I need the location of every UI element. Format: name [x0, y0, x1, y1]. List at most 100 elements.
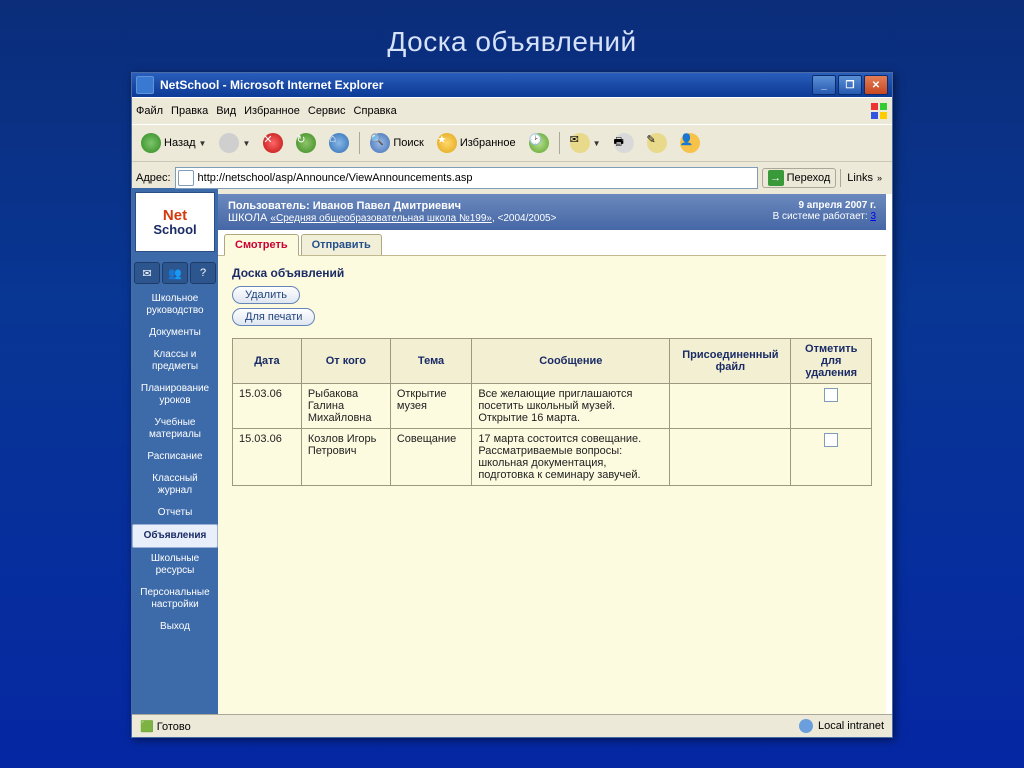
sidebar: Net School ✉ 👥 ? Школьное руководство До…	[132, 188, 218, 714]
menu-edit[interactable]: Правка	[171, 105, 208, 117]
sidebar-item-journal[interactable]: Классный журнал	[133, 468, 217, 502]
mail-icon: ✉	[570, 133, 590, 153]
back-label: Назад	[164, 137, 196, 149]
chevron-down-icon: ▼	[199, 139, 207, 148]
page-favicon	[178, 170, 194, 186]
menu-view[interactable]: Вид	[216, 105, 236, 117]
toolbar: Назад ▼ ▼ ✕ ↻ ⌂ 🔍 Поиск ★ Избранное 🕑 ✉▼…	[132, 124, 892, 161]
main-panel: Смотреть Отправить Доска объявлений Удал…	[218, 230, 886, 714]
page-title: Доска объявлений	[218, 256, 886, 284]
app-logo: Net School	[135, 192, 215, 252]
menu-help[interactable]: Справка	[354, 105, 397, 117]
slide-title: Доска объявлений	[0, 0, 1024, 72]
ie-icon	[136, 76, 154, 94]
col-from: От кого	[301, 339, 390, 384]
tab-send[interactable]: Отправить	[301, 234, 382, 255]
go-arrow-icon: →	[768, 170, 784, 186]
cell-subject: Совещание	[390, 429, 472, 486]
cell-checkbox	[791, 429, 872, 486]
system-count-label: В системе работает:	[773, 211, 871, 222]
sidebar-item-documents[interactable]: Документы	[133, 322, 217, 344]
col-subject: Тема	[390, 339, 472, 384]
status-zone: Local intranet	[818, 720, 884, 732]
back-icon	[141, 133, 161, 153]
delete-button[interactable]: Удалить	[232, 286, 300, 304]
messenger-icon: 👤	[680, 133, 700, 153]
forward-button[interactable]: ▼	[214, 130, 255, 156]
favorites-label: Избранное	[460, 137, 516, 149]
col-mark-delete: Отметить для удаления	[791, 339, 872, 384]
sidebar-item-resources[interactable]: Школьные ресурсы	[133, 548, 217, 582]
stop-icon: ✕	[263, 133, 283, 153]
cell-from: Козлов Игорь Петрович	[301, 429, 390, 486]
address-input[interactable]	[175, 167, 758, 189]
print-button[interactable]: 🖶	[609, 130, 639, 156]
announcements-table: Дата От кого Тема Сообщение Присоединенн…	[232, 338, 872, 486]
status-bar: 🟩 Готово Local intranet	[132, 714, 892, 737]
go-label: Переход	[787, 172, 831, 184]
system-count-link[interactable]: 3	[870, 211, 876, 222]
sidebar-item-classes[interactable]: Классы и предметы	[133, 344, 217, 378]
search-icon: 🔍	[370, 133, 390, 153]
cell-file	[670, 429, 791, 486]
home-icon: ⌂	[329, 133, 349, 153]
search-button[interactable]: 🔍 Поиск	[365, 130, 428, 156]
back-button[interactable]: Назад ▼	[136, 130, 211, 156]
history-icon: 🕑	[529, 133, 549, 153]
mail-icon[interactable]: ✉	[134, 262, 160, 284]
cell-file	[670, 384, 791, 429]
cell-checkbox	[791, 384, 872, 429]
print-button[interactable]: Для печати	[232, 308, 315, 326]
sidebar-item-materials[interactable]: Учебные материалы	[133, 412, 217, 446]
sidebar-item-schedule[interactable]: Расписание	[133, 446, 217, 468]
refresh-icon: ↻	[296, 133, 316, 153]
help-icon[interactable]: ?	[190, 262, 216, 284]
ie-window: NetSchool - Microsoft Internet Explorer …	[131, 72, 893, 738]
links-toolbar[interactable]: Links »	[840, 169, 888, 187]
tab-view[interactable]: Смотреть	[224, 234, 299, 256]
sidebar-item-leadership[interactable]: Школьное руководство	[133, 288, 217, 322]
cell-date: 15.03.06	[233, 429, 302, 486]
window-titlebar: NetSchool - Microsoft Internet Explorer …	[132, 73, 892, 97]
table-row: 15.03.06Козлов Игорь ПетровичСовещание17…	[233, 429, 872, 486]
col-message: Сообщение	[472, 339, 670, 384]
home-button[interactable]: ⌂	[324, 130, 354, 156]
delete-checkbox[interactable]	[824, 388, 838, 402]
history-button[interactable]: 🕑	[524, 130, 554, 156]
address-bar: Адрес: → Переход Links »	[132, 161, 892, 194]
menubar: Файл Правка Вид Избранное Сервис Справка	[132, 97, 892, 124]
delete-checkbox[interactable]	[824, 433, 838, 447]
sidebar-item-exit[interactable]: Выход	[133, 616, 217, 638]
menu-favorites[interactable]: Избранное	[244, 105, 300, 117]
cell-message: 17 марта состоится совещание. Рассматрив…	[472, 429, 670, 486]
current-date: 9 апреля 2007 г.	[773, 200, 876, 211]
star-icon: ★	[437, 133, 457, 153]
sidebar-item-settings[interactable]: Персональные настройки	[133, 582, 217, 616]
refresh-button[interactable]: ↻	[291, 130, 321, 156]
minimize-button[interactable]: _	[812, 75, 836, 95]
table-row: 15.03.06Рыбакова Галина МихайловнаОткрыт…	[233, 384, 872, 429]
sidebar-item-reports[interactable]: Отчеты	[133, 502, 217, 524]
cell-subject: Открытие музея	[390, 384, 472, 429]
window-title: NetSchool - Microsoft Internet Explorer	[160, 78, 383, 92]
forward-icon	[219, 133, 239, 153]
user-label: Пользователь: Иванов Павел Дмитриевич	[228, 200, 556, 212]
col-date: Дата	[233, 339, 302, 384]
school-prefix: ШКОЛА	[228, 212, 270, 224]
menu-file[interactable]: Файл	[136, 105, 163, 117]
go-button[interactable]: → Переход	[762, 168, 837, 188]
col-file: Присоединенный файл	[670, 339, 791, 384]
period-label: , <2004/2005>	[492, 213, 557, 224]
close-button[interactable]: ✕	[864, 75, 888, 95]
maximize-button[interactable]: ❐	[838, 75, 862, 95]
sidebar-item-planning[interactable]: Планирование уроков	[133, 378, 217, 412]
menu-tools[interactable]: Сервис	[308, 105, 346, 117]
users-icon[interactable]: 👥	[162, 262, 188, 284]
stop-button[interactable]: ✕	[258, 130, 288, 156]
messenger-button[interactable]: 👤	[675, 130, 705, 156]
sidebar-item-announcements[interactable]: Объявления	[132, 524, 218, 548]
mail-button[interactable]: ✉▼	[565, 130, 606, 156]
school-link[interactable]: «Средняя общеобразовательная школа №199»	[270, 213, 492, 224]
favorites-button[interactable]: ★ Избранное	[432, 130, 521, 156]
edit-button[interactable]: ✎	[642, 130, 672, 156]
